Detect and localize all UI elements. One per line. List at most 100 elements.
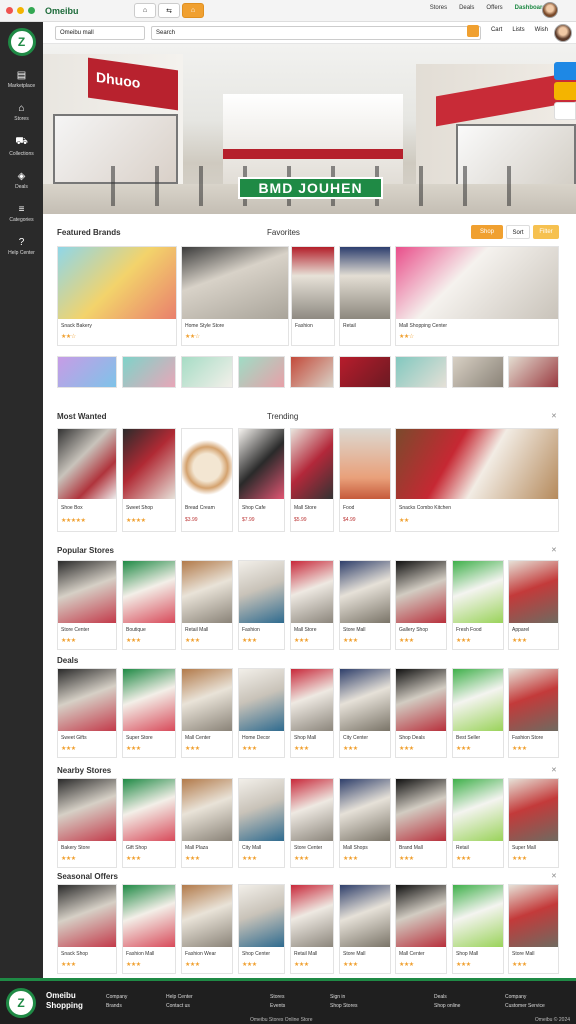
store-card[interactable]: Shop Mall ★★★ [452,884,504,974]
footer-link[interactable]: Deals [434,993,460,1002]
cart-link[interactable]: Cart [491,27,502,33]
sidebar-item-stores[interactable]: ⌂ Stores [0,103,43,122]
swap-button[interactable]: ⇆ [158,3,180,18]
thumbnail[interactable] [290,356,334,388]
footer-link[interactable]: Events [270,1002,285,1011]
thumbnail[interactable] [181,356,233,388]
sidebar-item-deals[interactable]: ◈ Deals [0,171,43,190]
store-card[interactable]: City Mall ★★★ [238,778,285,868]
brand-logo[interactable]: Z [7,28,36,56]
store-card[interactable]: Fashion Mall ★★★ [122,884,176,974]
product-card[interactable]: Shop Cafe $7.99 [238,428,285,532]
product-card[interactable]: Snacks Combo Kitchen ★★ [395,428,559,532]
sidebar-item-categories[interactable]: ≡ Categories [0,204,43,223]
footer-link[interactable]: Customer Service [505,1002,545,1011]
close-icon[interactable]: ✕ [551,412,557,420]
close-icon[interactable]: ✕ [551,872,557,880]
store-card[interactable]: Brand Mall ★★★ [395,778,447,868]
footer-link[interactable]: Shop online [434,1002,460,1011]
store-card[interactable]: Gallery Shop ★★★ [395,560,447,650]
footer-link[interactable]: Stores [270,993,285,1002]
store-card[interactable]: Boutique ★★★ [122,560,176,650]
thumbnail[interactable] [122,356,176,388]
close-icon[interactable]: ✕ [551,766,557,774]
store-card[interactable]: Retail Mall ★★★ [290,884,334,974]
store-card[interactable]: Store Center ★★★ [57,560,117,650]
featured-card[interactable]: Fashion [291,246,335,346]
store-card[interactable]: Fashion Store ★★★ [508,668,559,758]
deals-link[interactable]: Deals [459,5,474,11]
thumbnail[interactable] [57,356,117,388]
featured-card[interactable]: Snack Bakery ★★☆ [57,246,177,346]
product-card[interactable]: Mall Store $5.99 [290,428,334,532]
store-card[interactable]: Mall Center ★★★ [395,884,447,974]
store-card[interactable]: Bakery Store ★★★ [57,778,117,868]
footer-link[interactable]: Contact us [166,1002,193,1011]
filter-icon[interactable] [467,25,479,37]
thumbnail[interactable] [508,356,559,388]
sort-button[interactable]: Sort [506,225,530,239]
filter-button[interactable]: Filter [533,225,559,239]
store-card[interactable]: Store Center ★★★ [290,778,334,868]
thumbnail[interactable] [238,356,285,388]
lists-link[interactable]: Lists [512,27,524,33]
maximize-window-dot[interactable] [28,7,35,14]
product-card[interactable]: Sweet Shop ★★★★ [122,428,176,532]
store-card[interactable]: Fresh Food ★★★ [452,560,504,650]
footer-link[interactable]: Company [106,993,127,1002]
store-card[interactable]: Shop Center ★★★ [238,884,285,974]
footer-link[interactable]: Help Center [166,993,193,1002]
footer-logo[interactable]: Z [6,988,36,1018]
user-avatar[interactable] [542,2,558,18]
location-field[interactable]: Omeibu mall [55,26,145,40]
store-card[interactable]: Retail ★★★ [452,778,504,868]
offers-link[interactable]: Offers [486,5,502,11]
thumbnail[interactable] [339,356,391,388]
store-card[interactable]: Mall Shops ★★★ [339,778,391,868]
product-card[interactable]: Bread Cream $3.99 [181,428,233,532]
store-card[interactable]: Super Mall ★★★ [508,778,559,868]
sidebar-item-help[interactable]: ? Help Center [0,237,43,256]
close-window-dot[interactable] [6,7,13,14]
sidebar-item-collections[interactable]: ⛟ Collections [0,136,43,157]
store-card[interactable]: Best Seller ★★★ [452,668,504,758]
thumbnail[interactable] [395,356,447,388]
store-card[interactable]: City Center ★★★ [339,668,391,758]
thumbnail[interactable] [452,356,504,388]
shop-button[interactable]: Shop [471,225,503,239]
store-card[interactable]: Store Mall ★★★ [508,884,559,974]
product-card[interactable]: Shoe Box ★★★★★ [57,428,117,532]
featured-card[interactable]: Mall Shopping Center ★★☆ [395,246,559,346]
footer-link[interactable]: Sign in [330,993,358,1002]
store-card[interactable]: Gift Shop ★★★ [122,778,176,868]
store-card[interactable]: Store Mall ★★★ [339,884,391,974]
home-button[interactable]: ⌂ [134,3,156,18]
search-input[interactable]: Search [151,26,481,40]
footer-link[interactable]: Shop Stores [330,1002,358,1011]
store-button[interactable]: ⌂ [182,3,204,18]
footer-link[interactable]: Company [505,993,545,1002]
footer-link[interactable]: Brands [106,1002,127,1011]
store-card[interactable]: Super Store ★★★ [122,668,176,758]
store-card[interactable]: Fashion Wear ★★★ [181,884,233,974]
stores-link[interactable]: Stores [430,5,447,11]
store-card[interactable]: Mall Plaza ★★★ [181,778,233,868]
store-card[interactable]: Mall Center ★★★ [181,668,233,758]
store-card[interactable]: Fashion ★★★ [238,560,285,650]
store-card[interactable]: Store Mall ★★★ [339,560,391,650]
side-tab-blue[interactable] [554,62,576,80]
side-tab-yellow[interactable] [554,82,576,100]
profile-avatar[interactable] [554,24,572,42]
store-card[interactable]: Home Decor ★★★ [238,668,285,758]
store-card[interactable]: Sweet Gifts ★★★ [57,668,117,758]
close-icon[interactable]: ✕ [551,546,557,554]
product-card[interactable]: Food $4.99 [339,428,391,532]
featured-card[interactable]: Home Style Store ★★☆ [181,246,289,346]
minimize-window-dot[interactable] [17,7,24,14]
store-card[interactable]: Retail Mall ★★★ [181,560,233,650]
store-card[interactable]: Snack Shop ★★★ [57,884,117,974]
store-card[interactable]: Shop Mall ★★★ [290,668,334,758]
side-tab-white[interactable] [554,102,576,120]
store-card[interactable]: Shop Deals ★★★ [395,668,447,758]
sidebar-item-marketplace[interactable]: ▤ Marketplace [0,70,43,89]
